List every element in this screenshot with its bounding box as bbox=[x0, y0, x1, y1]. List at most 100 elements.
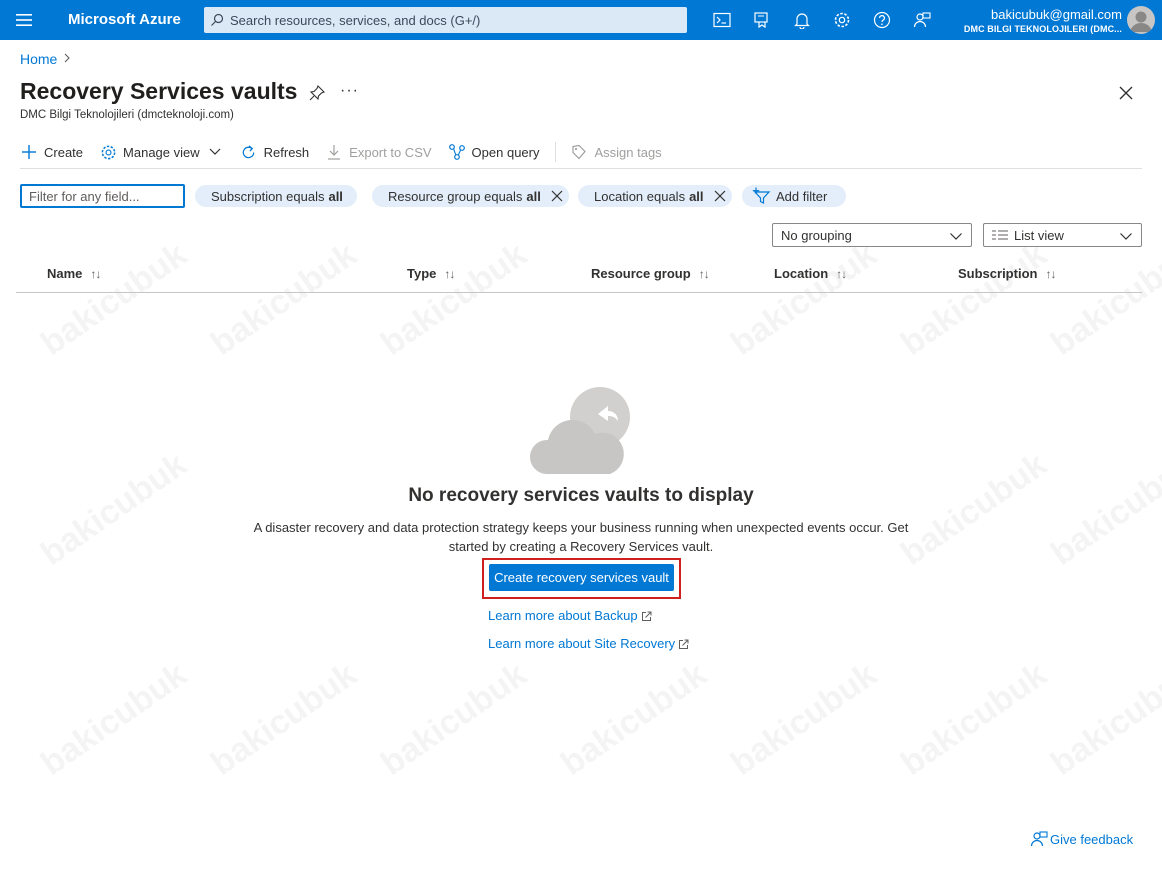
learn-more-backup-link[interactable]: Learn more about Backup bbox=[488, 608, 652, 623]
chevron-down-icon bbox=[949, 229, 963, 243]
account-organization[interactable]: DMC BILGI TEKNOLOJILERI (DMC... bbox=[964, 24, 1122, 34]
column-header-label: Name bbox=[47, 266, 83, 281]
assign-tags-button[interactable]: Assign tags bbox=[570, 140, 662, 164]
page-title: Recovery Services vaults bbox=[20, 78, 298, 104]
sort-icon: ↑↓ bbox=[444, 266, 455, 281]
watermark-text: bakicubuk bbox=[34, 445, 194, 573]
sort-icon: ↑↓ bbox=[698, 266, 710, 281]
watermark-text: bakicubuk bbox=[894, 445, 1054, 573]
subscription-filter-pill[interactable]: Subscription equals all bbox=[195, 185, 357, 207]
breadcrumb: Home bbox=[20, 51, 71, 67]
search-icon bbox=[204, 7, 230, 33]
column-header-label: Resource group bbox=[591, 266, 691, 281]
help-icon[interactable] bbox=[870, 8, 894, 32]
add-filter-label: Add filter bbox=[776, 188, 828, 204]
command-bar: Create Manage view Refresh Export to CSV… bbox=[20, 140, 678, 164]
open-query-button[interactable]: Open query bbox=[448, 140, 539, 164]
more-options-button[interactable]: ··· bbox=[340, 82, 359, 100]
add-filter-icon bbox=[752, 187, 772, 205]
learn-more-backup-label: Learn more about Backup bbox=[488, 608, 638, 623]
sort-icon: ↑↓ bbox=[90, 266, 101, 281]
toolbar-divider-line bbox=[20, 168, 1142, 169]
give-feedback-label: Give feedback bbox=[1050, 831, 1134, 847]
subscription-filter-value: all bbox=[328, 188, 343, 204]
watermark-text: bakicubuk bbox=[1044, 655, 1162, 783]
refresh-label: Refresh bbox=[263, 144, 310, 160]
cloud-shell-icon[interactable] bbox=[710, 8, 734, 32]
remove-filter-icon[interactable] bbox=[551, 190, 563, 202]
sort-icon: ↑↓ bbox=[836, 266, 847, 281]
resource-group-filter-label: Resource group equals bbox=[388, 188, 523, 204]
watermark-text: bakicubuk bbox=[204, 235, 364, 363]
export-csv-label: Export to CSV bbox=[349, 144, 432, 160]
create-button[interactable]: Create bbox=[20, 140, 83, 164]
plus-icon bbox=[20, 143, 38, 161]
give-feedback-link[interactable]: Give feedback bbox=[1030, 830, 1133, 848]
column-header-label: Type bbox=[407, 266, 437, 281]
sort-icon: ↑↓ bbox=[1045, 266, 1056, 281]
column-header-name[interactable]: Name ↑↓ bbox=[47, 266, 101, 281]
gear-icon bbox=[99, 143, 117, 161]
directory-filter-icon[interactable] bbox=[750, 8, 774, 32]
create-label: Create bbox=[44, 144, 84, 160]
refresh-button[interactable]: Refresh bbox=[240, 140, 310, 164]
learn-more-site-recovery-label: Learn more about Site Recovery bbox=[488, 636, 676, 651]
watermark-text: bakicubuk bbox=[1044, 445, 1162, 573]
column-header-type[interactable]: Type ↑↓ bbox=[407, 266, 455, 281]
hamburger-menu-icon[interactable] bbox=[10, 9, 38, 31]
account-email[interactable]: bakicubuk@gmail.com bbox=[991, 7, 1122, 22]
avatar[interactable] bbox=[1127, 6, 1155, 34]
global-search-input[interactable]: Search resources, services, and docs (G+… bbox=[204, 7, 687, 33]
watermark-text: bakicubuk bbox=[204, 655, 364, 783]
breadcrumb-home-link[interactable]: Home bbox=[20, 51, 57, 67]
empty-state-title: No recovery services vaults to display bbox=[408, 485, 754, 506]
watermark-text: bakicubuk bbox=[894, 235, 1054, 363]
watermark-text: bakicubuk bbox=[724, 235, 884, 363]
chevron-right-icon bbox=[63, 52, 71, 66]
settings-icon[interactable] bbox=[830, 8, 854, 32]
chevron-down-icon bbox=[1119, 229, 1133, 243]
external-link-icon bbox=[678, 638, 689, 649]
location-filter-label: Location equals bbox=[594, 188, 686, 204]
chevron-down-icon bbox=[206, 143, 224, 161]
page-subtitle: DMC Bilgi Teknolojileri (dmcteknoloji.co… bbox=[20, 109, 234, 121]
grouping-value: No grouping bbox=[781, 227, 852, 243]
remove-filter-icon[interactable] bbox=[714, 190, 726, 202]
filter-field-input[interactable]: Filter for any field... bbox=[20, 184, 185, 208]
feedback-icon[interactable] bbox=[910, 8, 934, 32]
list-icon bbox=[992, 229, 1010, 241]
manage-view-label: Manage view bbox=[123, 144, 200, 160]
brand-title[interactable]: Microsoft Azure bbox=[68, 11, 181, 28]
tag-icon bbox=[570, 143, 588, 161]
watermark-text: bakicubuk bbox=[374, 235, 534, 363]
recovery-cloud-icon bbox=[528, 384, 634, 476]
column-header-label: Location bbox=[774, 266, 829, 281]
notifications-icon[interactable] bbox=[790, 8, 814, 32]
add-filter-button[interactable]: Add filter bbox=[742, 185, 846, 207]
refresh-icon bbox=[240, 143, 258, 161]
learn-more-site-recovery-link[interactable]: Learn more about Site Recovery bbox=[488, 636, 689, 651]
column-header-location[interactable]: Location ↑↓ bbox=[774, 266, 847, 281]
search-placeholder: Search resources, services, and docs (G+… bbox=[230, 12, 481, 28]
top-navigation-bar: Microsoft Azure Search resources, servic… bbox=[0, 0, 1162, 40]
column-header-subscription[interactable]: Subscription ↑↓ bbox=[958, 266, 1056, 281]
create-vault-button[interactable]: Create recovery services vault bbox=[489, 564, 674, 591]
external-link-icon bbox=[641, 610, 652, 621]
resource-group-filter-pill[interactable]: Resource group equals all bbox=[372, 185, 569, 207]
location-filter-pill[interactable]: Location equals all bbox=[578, 185, 732, 207]
close-icon[interactable] bbox=[1117, 84, 1135, 102]
export-csv-button[interactable]: Export to CSV bbox=[325, 140, 432, 164]
watermark-text: bakicubuk bbox=[34, 235, 194, 363]
column-header-resource-group[interactable]: Resource group ↑↓ bbox=[591, 266, 710, 281]
toolbar-divider bbox=[555, 142, 557, 162]
grouping-dropdown[interactable]: No grouping bbox=[772, 223, 972, 247]
resource-group-filter-value: all bbox=[526, 188, 541, 204]
query-graph-icon bbox=[448, 143, 466, 161]
download-icon bbox=[325, 143, 343, 161]
list-view-dropdown[interactable]: List view bbox=[983, 223, 1142, 247]
feedback-icon bbox=[1030, 830, 1048, 848]
pin-icon[interactable] bbox=[308, 84, 326, 102]
manage-view-button[interactable]: Manage view bbox=[99, 140, 224, 164]
column-header-label: Subscription bbox=[958, 266, 1038, 281]
watermark-text: bakicubuk bbox=[894, 655, 1054, 783]
